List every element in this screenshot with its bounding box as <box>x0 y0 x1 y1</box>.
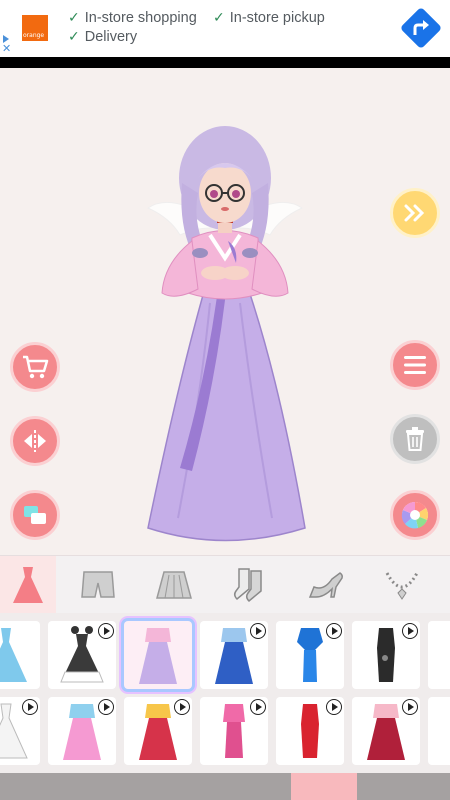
menu-icon <box>404 356 426 374</box>
blue-gown-thumbnail <box>0 628 27 682</box>
outfit-item[interactable] <box>352 697 420 765</box>
trash-icon <box>406 427 424 451</box>
directions-arrow-icon <box>413 20 429 35</box>
skip-button[interactable] <box>390 188 440 238</box>
cart-icon <box>23 355 49 379</box>
outfit-grid <box>0 613 450 773</box>
mirror-flip-button[interactable] <box>10 416 60 466</box>
ad-divider <box>0 57 450 68</box>
ad-feature-label: Delivery <box>84 29 138 45</box>
orange-logo[interactable]: orange <box>22 15 48 41</box>
check-icon: ✓ <box>68 29 80 45</box>
video-unlock-icon[interactable] <box>98 699 114 715</box>
outfit-item[interactable] <box>124 697 192 765</box>
video-unlock-icon[interactable] <box>402 699 418 715</box>
outfit-item[interactable] <box>48 697 116 765</box>
video-unlock-icon[interactable] <box>326 623 342 639</box>
check-icon: ✓ <box>213 10 225 26</box>
video-unlock-icon[interactable] <box>174 699 190 715</box>
outfit-item[interactable] <box>276 697 344 765</box>
outfit-item[interactable] <box>200 697 268 765</box>
menu-button[interactable] <box>390 340 440 390</box>
video-unlock-icon[interactable] <box>326 699 342 715</box>
category-skirt[interactable] <box>146 556 202 614</box>
skirt-icon <box>156 571 192 599</box>
ad-choices-icon[interactable]: ✕ <box>2 35 12 55</box>
outfit-item[interactable] <box>352 621 420 689</box>
outfit-item[interactable] <box>276 621 344 689</box>
outfit-item[interactable] <box>428 697 450 765</box>
outfit-item-selected[interactable] <box>124 621 192 689</box>
ad-feature-3: ✓ Delivery <box>68 29 137 45</box>
bottom-bar <box>0 773 450 800</box>
category-bar <box>0 555 450 614</box>
ad-feature-label: In-store pickup <box>229 10 325 26</box>
check-icon: ✓ <box>68 10 80 26</box>
ad-brand-label: orange <box>23 32 45 39</box>
flip-icon <box>24 430 46 452</box>
color-palette-button[interactable] <box>390 490 440 540</box>
delete-button[interactable] <box>390 414 440 464</box>
category-dress[interactable] <box>0 556 56 614</box>
layers-icon <box>24 506 46 524</box>
ad-feature-label: In-store shopping <box>84 10 197 26</box>
category-socks[interactable] <box>222 556 278 614</box>
dressup-stage <box>0 68 450 555</box>
character-avatar <box>146 126 306 542</box>
video-unlock-icon[interactable] <box>22 699 38 715</box>
layers-button[interactable] <box>10 490 60 540</box>
outfit-item[interactable] <box>0 621 40 689</box>
video-unlock-icon[interactable] <box>402 623 418 639</box>
palette-icon <box>401 501 429 529</box>
shop-button[interactable] <box>10 342 60 392</box>
outfit-item[interactable] <box>200 621 268 689</box>
fast-forward-icon <box>404 204 425 222</box>
outfit-item[interactable] <box>48 621 116 689</box>
directions-button[interactable] <box>399 6 443 50</box>
outfit-item[interactable] <box>428 621 450 689</box>
category-shoes[interactable] <box>298 556 354 614</box>
video-unlock-icon[interactable] <box>250 699 266 715</box>
socks-icon <box>233 568 262 603</box>
high-heel-icon <box>308 572 343 598</box>
category-shorts[interactable] <box>70 556 126 614</box>
shorts-icon <box>81 571 115 598</box>
video-unlock-icon[interactable] <box>250 623 266 639</box>
ad-feature-2: ✓ In-store pickup <box>213 10 325 26</box>
necklace-icon <box>385 572 419 600</box>
outfit-item[interactable] <box>0 697 40 765</box>
lavender-hanbok-thumbnail <box>139 628 177 684</box>
ad-feature-1: ✓ In-store shopping <box>68 10 197 26</box>
dress-icon <box>13 567 43 603</box>
video-unlock-icon[interactable] <box>98 623 114 639</box>
bottom-tab-active[interactable] <box>291 773 357 800</box>
ad-banner[interactable]: orange ✕ ✓ In-store shopping ✓ In-store … <box>0 0 450 57</box>
category-accessories[interactable] <box>374 556 430 614</box>
